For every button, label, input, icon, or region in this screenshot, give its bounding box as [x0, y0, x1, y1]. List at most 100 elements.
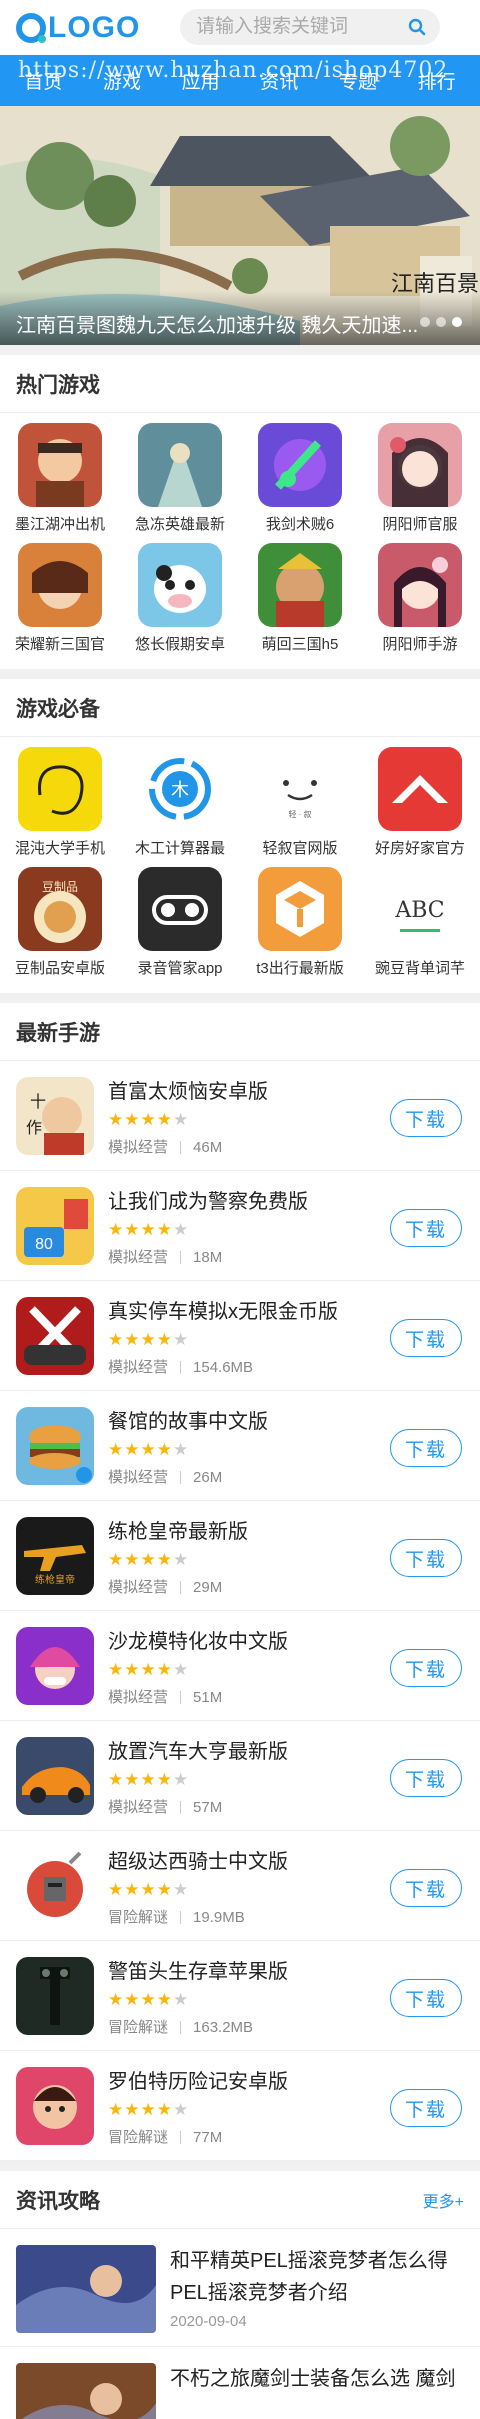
game-list-item[interactable]: 十作首富太烦恼安卓版 ★★★★★ 模拟经营 46M 下载: [0, 1061, 480, 1171]
nav-item-ranking[interactable]: 排行: [418, 67, 456, 94]
banner-carousel[interactable]: 江南百景图 江南百景图魏九天怎么加速升级 魏久天加速...: [0, 106, 480, 345]
search-box[interactable]: [180, 9, 440, 45]
more-link[interactable]: 更多+: [423, 2188, 464, 2212]
download-button[interactable]: 下载: [390, 1099, 462, 1137]
game-list-item[interactable]: 练枪皇帝 练枪皇帝最新版 ★★★★★ 模拟经营 29M 下载: [0, 1501, 480, 1611]
news-item[interactable]: 不朽之旅魔剑士装备怎么选 魔剑: [0, 2347, 480, 2419]
abc-icon[interactable]: ABC: [378, 867, 462, 951]
recorder-icon[interactable]: [138, 867, 222, 951]
game-list-item[interactable]: 真实停车模拟x无限金币版 ★★★★★ 模拟经营 154.6MB 下载: [0, 1281, 480, 1391]
tofu-icon[interactable]: 豆制品: [18, 867, 102, 951]
nav-item-news[interactable]: 资讯: [260, 67, 298, 94]
download-button[interactable]: 下载: [390, 2089, 462, 2127]
download-button[interactable]: 下载: [390, 1759, 462, 1797]
t3-icon[interactable]: [258, 867, 342, 951]
hot-game-label[interactable]: 急冻英雄最新: [125, 513, 235, 534]
essential-app-item[interactable]: 好房好家官方: [360, 747, 480, 867]
hot-game-label[interactable]: 悠长假期安卓: [125, 633, 235, 654]
download-button[interactable]: 下载: [390, 1869, 462, 1907]
three-kingdoms-icon[interactable]: [18, 543, 102, 627]
news-item[interactable]: 和平精英PEL摇滚竞梦者怎么得 PEL摇滚竞梦者介绍 2020-09-04: [0, 2229, 480, 2347]
news-title[interactable]: 不朽之旅魔剑士装备怎么选 魔剑: [170, 2363, 456, 2419]
game-list-item[interactable]: 餐馆的故事中文版 ★★★★★ 模拟经营 26M 下载: [0, 1391, 480, 1501]
burger-icon[interactable]: [16, 1406, 94, 1485]
game-list-item[interactable]: 罗伯特历险记安卓版 ★★★★★ 冒险解谜 77M 下载: [0, 2051, 480, 2161]
rich-man-icon[interactable]: 十作: [16, 1076, 94, 1155]
essential-app-label[interactable]: t3出行最新版: [245, 957, 355, 978]
essential-app-item[interactable]: 录音管家app: [120, 867, 240, 987]
game-list-item[interactable]: 警笛头生存章苹果版 ★★★★★ 冒险解谜 163.2MB 下载: [0, 1941, 480, 2051]
news-title[interactable]: 和平精英PEL摇滚竞梦者怎么得 PEL摇滚竞梦者介绍: [170, 2245, 464, 2309]
general-icon[interactable]: [258, 543, 342, 627]
carousel-dot[interactable]: [420, 317, 430, 327]
news-thumbnail[interactable]: [16, 2245, 156, 2333]
police-icon[interactable]: 80: [16, 1186, 94, 1265]
nav-item-topics[interactable]: 专题: [339, 67, 377, 94]
essential-app-label[interactable]: 木工计算器最: [125, 837, 235, 858]
wood-icon[interactable]: 木: [138, 747, 222, 831]
download-button[interactable]: 下载: [390, 1319, 462, 1357]
siren-head-icon[interactable]: [16, 1956, 94, 2035]
knight-icon[interactable]: [16, 1846, 94, 1925]
hot-game-label[interactable]: 阴阳师官服: [365, 513, 475, 534]
game-list-item[interactable]: 80 让我们成为警察免费版 ★★★★★ 模拟经营 18M 下载: [0, 1171, 480, 1281]
essential-app-label[interactable]: 录音管家app: [125, 957, 235, 978]
nav-item-games[interactable]: 游戏: [103, 67, 141, 94]
car-icon[interactable]: [16, 1736, 94, 1815]
warrior-icon[interactable]: [18, 423, 102, 507]
sword-icon[interactable]: [258, 423, 342, 507]
logo[interactable]: LOGO: [16, 11, 140, 45]
hot-game-item[interactable]: 萌回三国h5: [240, 543, 360, 663]
search-icon[interactable]: [408, 18, 426, 36]
essential-app-item[interactable]: 豆制品 豆制品安卓版: [0, 867, 120, 987]
nav-item-home[interactable]: 首页: [24, 67, 62, 94]
house-icon[interactable]: [378, 747, 462, 831]
hero-icon[interactable]: [138, 423, 222, 507]
game-list-item[interactable]: 放置汽车大亨最新版 ★★★★★ 模拟经营 57M 下载: [0, 1721, 480, 1831]
search-input[interactable]: [196, 16, 406, 38]
chaos-icon[interactable]: [18, 747, 102, 831]
hot-game-item[interactable]: 阴阳师官服: [360, 423, 480, 543]
essential-app-label[interactable]: 豌豆背单词芊: [365, 957, 475, 978]
download-button[interactable]: 下载: [390, 1979, 462, 2017]
onmyoji-girl-icon[interactable]: [378, 543, 462, 627]
essential-app-label[interactable]: 豆制品安卓版: [5, 957, 115, 978]
makeup-icon[interactable]: [16, 1626, 94, 1705]
nav-item-apps[interactable]: 应用: [182, 67, 220, 94]
onmyoji-icon[interactable]: [378, 423, 462, 507]
essential-app-item[interactable]: 轻 · 叙轻叙官网版: [240, 747, 360, 867]
download-button[interactable]: 下载: [390, 1209, 462, 1247]
download-button[interactable]: 下载: [390, 1649, 462, 1687]
parking-icon[interactable]: [16, 1296, 94, 1375]
essential-app-label[interactable]: 轻叙官网版: [245, 837, 355, 858]
game-list-item[interactable]: 超级达西骑士中文版 ★★★★★ 冒险解谜 19.9MB 下载: [0, 1831, 480, 1941]
hot-game-item[interactable]: 荣耀新三国官: [0, 543, 120, 663]
essential-app-item[interactable]: 混沌大学手机: [0, 747, 120, 867]
robert-icon[interactable]: [16, 2066, 94, 2145]
hot-game-item[interactable]: 阴阳师手游: [360, 543, 480, 663]
banner-caption[interactable]: 江南百景图魏九天怎么加速升级 魏久天加速...: [0, 291, 480, 345]
hot-game-label[interactable]: 阴阳师手游: [365, 633, 475, 654]
hot-game-item[interactable]: 急冻英雄最新: [120, 423, 240, 543]
cow-icon[interactable]: [138, 543, 222, 627]
hot-game-label[interactable]: 我剑术贼6: [245, 513, 355, 534]
qingxu-icon[interactable]: 轻 · 叙: [258, 747, 342, 831]
essential-app-item[interactable]: ABC 豌豆背单词芊: [360, 867, 480, 987]
hot-game-label[interactable]: 墨江湖冲出机: [5, 513, 115, 534]
download-button[interactable]: 下载: [390, 1539, 462, 1577]
hot-game-item[interactable]: 悠长假期安卓: [120, 543, 240, 663]
gun-icon[interactable]: 练枪皇帝: [16, 1516, 94, 1595]
download-button[interactable]: 下载: [390, 1429, 462, 1467]
essential-app-item[interactable]: 木木工计算器最: [120, 747, 240, 867]
essential-app-label[interactable]: 混沌大学手机: [5, 837, 115, 858]
carousel-dot[interactable]: [436, 317, 446, 327]
carousel-dot-active[interactable]: [452, 317, 462, 327]
news-thumbnail[interactable]: [16, 2363, 156, 2419]
hot-game-label[interactable]: 荣耀新三国官: [5, 633, 115, 654]
hot-game-label[interactable]: 萌回三国h5: [245, 633, 355, 654]
essential-app-label[interactable]: 好房好家官方: [365, 837, 475, 858]
hot-game-item[interactable]: 墨江湖冲出机: [0, 423, 120, 543]
game-list-item[interactable]: 沙龙模特化妆中文版 ★★★★★ 模拟经营 51M 下载: [0, 1611, 480, 1721]
essential-app-item[interactable]: t3出行最新版: [240, 867, 360, 987]
hot-game-item[interactable]: 我剑术贼6: [240, 423, 360, 543]
